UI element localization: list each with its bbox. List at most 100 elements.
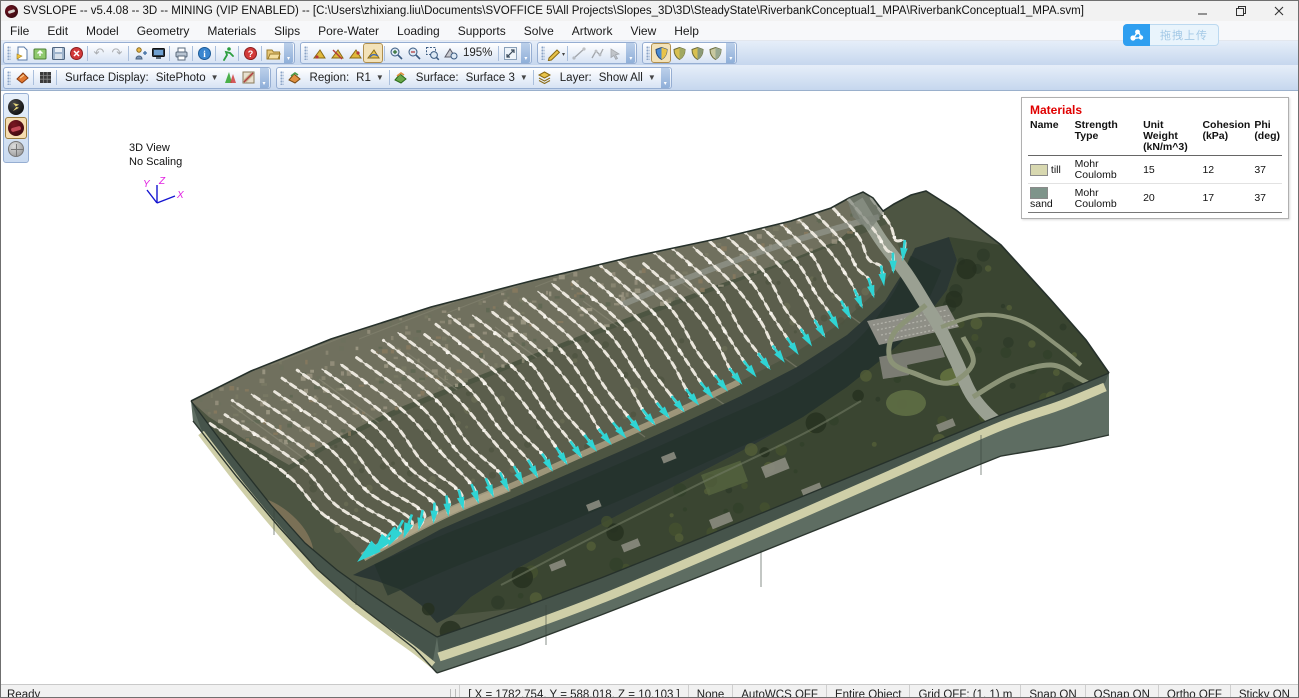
slope-view-2-button[interactable]: [328, 44, 346, 62]
zoom-out-button[interactable]: [405, 44, 423, 62]
run-analysis-button[interactable]: [218, 44, 236, 62]
slope-view-1-button[interactable]: [310, 44, 328, 62]
menu-model[interactable]: Model: [77, 21, 128, 40]
color-gradient-button[interactable]: [222, 69, 240, 87]
zoom-window-button[interactable]: [423, 44, 441, 62]
netdisk-upload-overlay[interactable]: 拖拽上传: [1123, 24, 1219, 46]
toolbar-options-button[interactable]: ▾: [726, 43, 735, 63]
menu-solve[interactable]: Solve: [515, 21, 563, 40]
menu-supports[interactable]: Supports: [449, 21, 515, 40]
toolbar-grip[interactable]: [646, 46, 650, 60]
menu-materials[interactable]: Materials: [198, 21, 265, 40]
reports-folder-button[interactable]: [264, 44, 282, 62]
app-logo-icon: [5, 5, 18, 18]
surface-select[interactable]: Surface 3▼: [463, 69, 531, 87]
materials-panel-title: Materials: [1030, 103, 1282, 117]
slip-shield-3-button[interactable]: [688, 44, 706, 62]
info-button[interactable]: i: [195, 44, 213, 62]
axis-z-label: Z: [158, 176, 166, 187]
menu-geometry[interactable]: Geometry: [128, 21, 199, 40]
menu-view[interactable]: View: [621, 21, 665, 40]
status-mode[interactable]: None: [688, 685, 733, 698]
status-osnap-toggle[interactable]: OSnap ON: [1085, 685, 1158, 698]
toolbar-options-button[interactable]: ▾: [260, 68, 269, 88]
toolbar-options-button[interactable]: ▾: [661, 68, 670, 88]
screen-capture-button[interactable]: [149, 44, 167, 62]
surface-value: Surface 3: [466, 72, 515, 84]
material-fill-button[interactable]: [13, 69, 31, 87]
status-autowcs-toggle[interactable]: AutoWCS OFF: [732, 685, 826, 698]
draw-line-button[interactable]: [570, 44, 588, 62]
material-row-sand[interactable]: sand Mohr Coulomb 20 17 37: [1028, 184, 1282, 213]
zoom-extents-button[interactable]: [441, 44, 459, 62]
status-snap-toggle[interactable]: Snap ON: [1020, 685, 1084, 698]
status-grid-toggle[interactable]: Grid OFF: (1, 1) m: [909, 685, 1020, 698]
standard-toolbar-row: ↶ ↷ i ? ▾ 195: [1, 41, 1298, 65]
material-row-till[interactable]: till Mohr Coulomb 15 12 37: [1028, 156, 1282, 184]
slip-shield-4-button[interactable]: [706, 44, 724, 62]
menu-help[interactable]: Help: [665, 21, 708, 40]
netdisk-logo-icon[interactable]: [1123, 24, 1150, 46]
slip-shield-2-button[interactable]: [670, 44, 688, 62]
toolbar-grip[interactable]: [304, 46, 308, 60]
slope-view-4-button[interactable]: [364, 44, 382, 62]
viewport[interactable]: 3D View No Scaling Z Y X Materials Name …: [1, 90, 1298, 684]
menu-pore-water[interactable]: Pore-Water: [309, 21, 388, 40]
draw-tool-button[interactable]: [547, 44, 565, 62]
acquire-button[interactable]: [131, 44, 149, 62]
globe-tool-button[interactable]: [6, 139, 26, 159]
status-ortho-toggle[interactable]: Ortho OFF: [1158, 685, 1230, 698]
contour-display-button[interactable]: [240, 69, 258, 87]
slope-view-3-button[interactable]: [346, 44, 364, 62]
rotate-tool-icon: [8, 99, 24, 115]
restore-button[interactable]: [1222, 1, 1260, 21]
toolbar-grip[interactable]: [280, 71, 284, 85]
toolbar-options-button[interactable]: ▾: [626, 43, 635, 63]
menu-artwork[interactable]: Artwork: [563, 21, 622, 40]
menu-edit[interactable]: Edit: [38, 21, 77, 40]
fit-view-button[interactable]: [501, 44, 519, 62]
globe-tool-icon: [8, 141, 24, 157]
redo-button[interactable]: ↷: [108, 44, 126, 62]
svslope-tool-button[interactable]: [6, 118, 26, 138]
close-button[interactable]: [1260, 1, 1298, 21]
print-button[interactable]: [172, 44, 190, 62]
menu-file[interactable]: File: [1, 21, 38, 40]
menu-loading[interactable]: Loading: [388, 21, 449, 40]
draw-toolbar: ▾: [537, 42, 637, 64]
toolbar-grip[interactable]: [541, 46, 545, 60]
surface-display-toolbar: Surface Display: SitePhoto▼ ▾: [3, 67, 271, 89]
status-sticky-toggle[interactable]: Sticky ON: [1230, 685, 1298, 698]
materials-table: Name Strength Type Unit Weight(kN/m^3) C…: [1028, 120, 1282, 213]
toolbar-grip[interactable]: [7, 46, 11, 60]
status-entire-object[interactable]: Entire Object: [826, 685, 909, 698]
status-grip: [450, 689, 456, 698]
zoom-level-value[interactable]: 195%: [463, 47, 492, 59]
surface-display-select[interactable]: SitePhoto▼: [153, 69, 222, 87]
layer-select[interactable]: Show All▼: [596, 69, 659, 87]
help-button[interactable]: ?: [241, 44, 259, 62]
col-phi: Phi(deg): [1252, 120, 1282, 156]
slip-surface-toolbar: ▾: [642, 42, 737, 64]
minimize-button[interactable]: [1184, 1, 1222, 21]
toolbar-grip[interactable]: [7, 71, 11, 85]
draw-polyline-button[interactable]: [588, 44, 606, 62]
materials-panel[interactable]: Materials Name Strength Type Unit Weight…: [1021, 97, 1289, 219]
new-file-button[interactable]: [13, 44, 31, 62]
slip-shield-1-button[interactable]: [652, 44, 670, 62]
drag-upload-button[interactable]: 拖拽上传: [1150, 24, 1219, 46]
mesh-display-button[interactable]: [36, 69, 54, 87]
save-button[interactable]: [49, 44, 67, 62]
select-arrow-button[interactable]: [606, 44, 624, 62]
toolbar-options-button[interactable]: ▾: [521, 43, 530, 63]
rotate-tool-button[interactable]: [6, 97, 26, 117]
region-select[interactable]: R1▼: [353, 69, 387, 87]
open-file-button[interactable]: [31, 44, 49, 62]
menu-slips[interactable]: Slips: [265, 21, 309, 40]
region-label: Region:: [310, 72, 350, 84]
app-window: SVSLOPE -- v5.4.08 -- 3D -- MINING (VIP …: [0, 0, 1299, 698]
toolbar-options-button[interactable]: ▾: [284, 43, 293, 63]
zoom-in-button[interactable]: [387, 44, 405, 62]
close-file-button[interactable]: [67, 44, 85, 62]
undo-button[interactable]: ↶: [90, 44, 108, 62]
